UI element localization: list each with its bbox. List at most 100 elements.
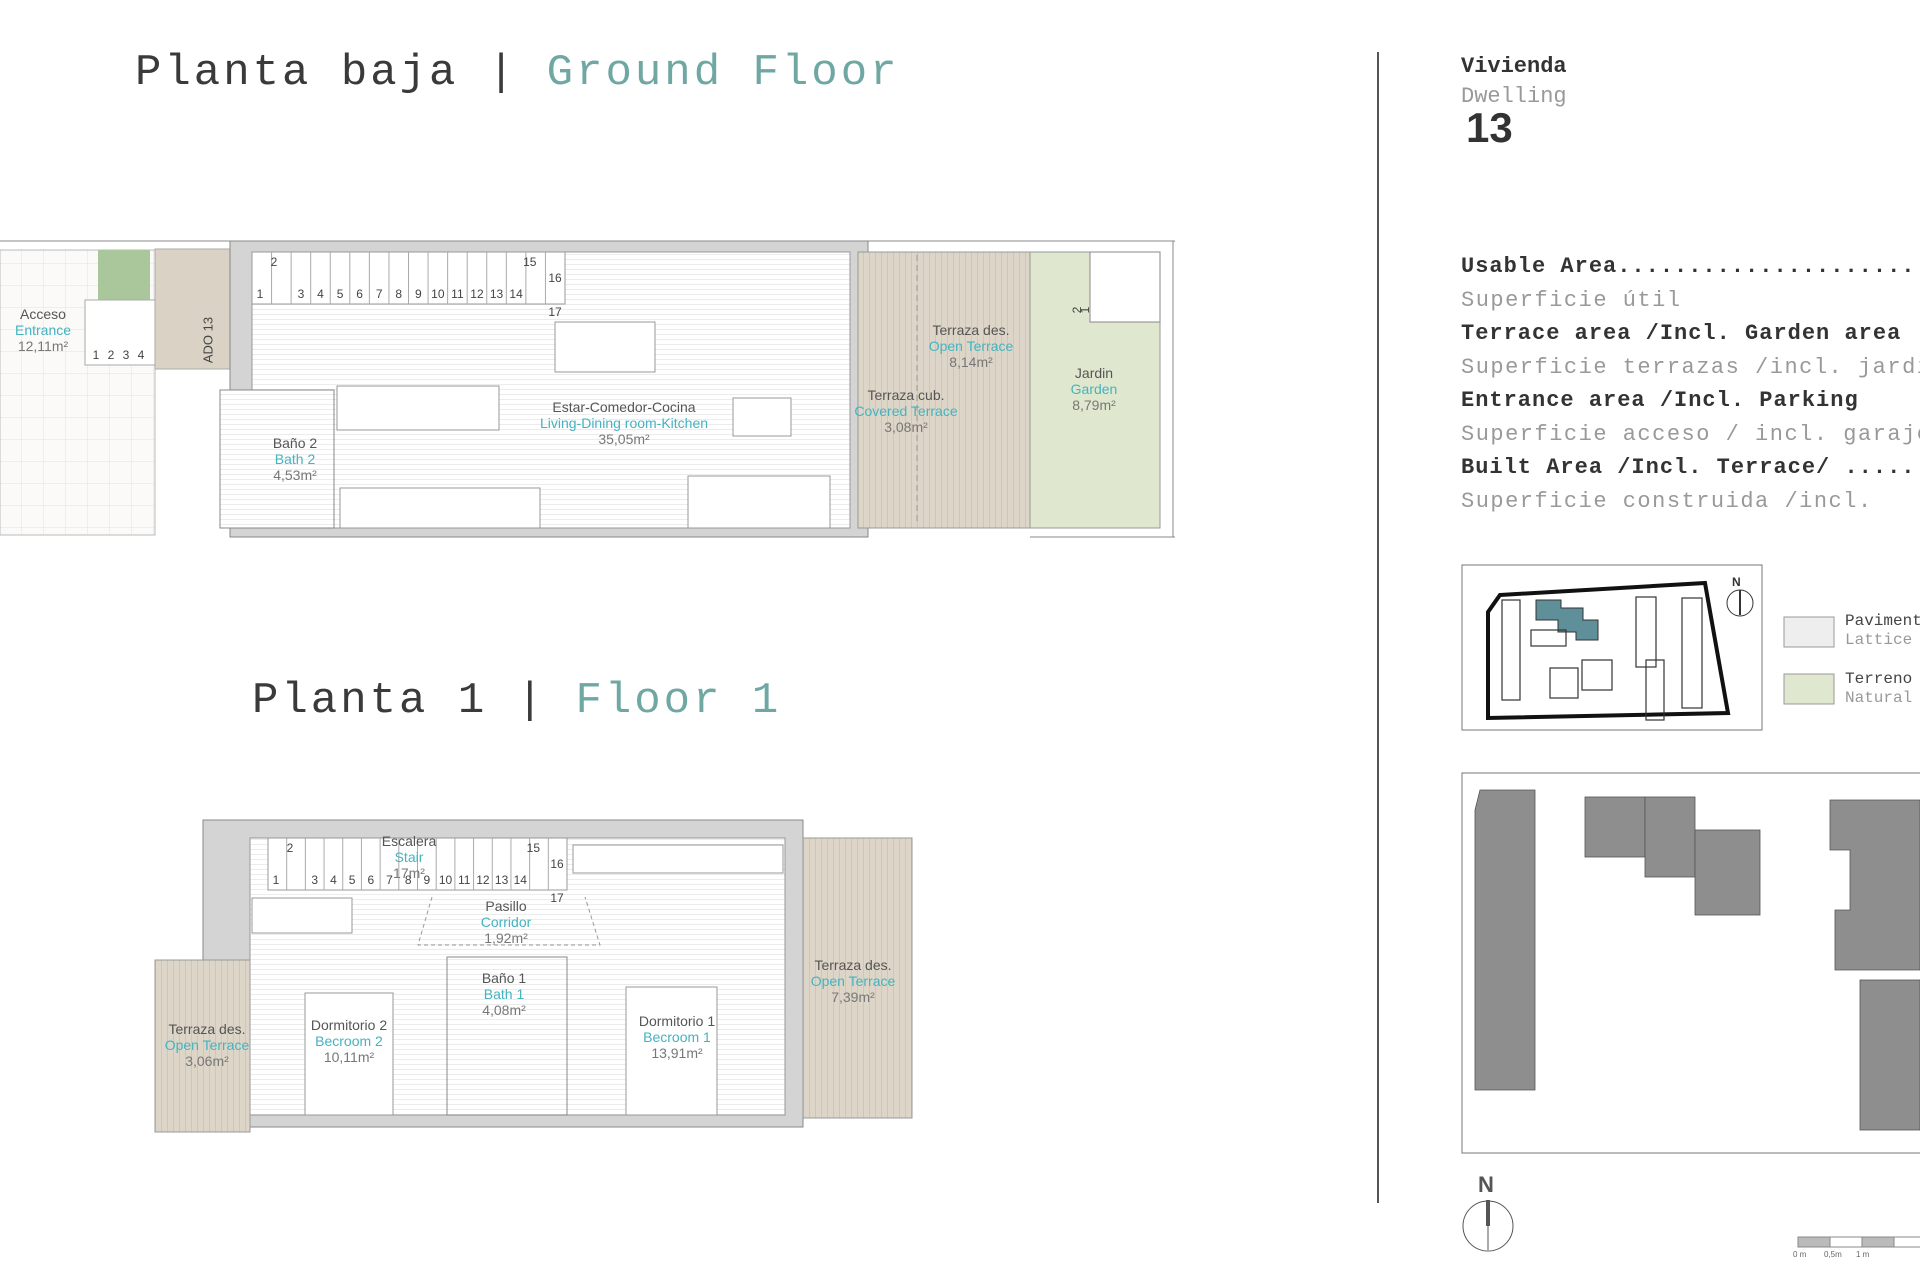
stair-step-number: 16 bbox=[548, 271, 562, 285]
ground-floor-title: Planta baja | Ground Floor bbox=[135, 48, 900, 98]
room-area: 10,11m² bbox=[323, 1049, 375, 1065]
stair-step-number: 1 bbox=[256, 287, 264, 301]
room-es: Escalera bbox=[381, 833, 437, 849]
stair-step-number: 10 bbox=[438, 873, 453, 887]
wardrobe-2 bbox=[251, 897, 353, 934]
door-label: ADO 13 bbox=[200, 316, 216, 364]
site-key-plan bbox=[1461, 564, 1835, 731]
area-summary: Usable Area..................... Superfi… bbox=[1461, 250, 1920, 518]
room-area: 4,53m² bbox=[273, 467, 317, 483]
floor-1-title: Planta 1 | Floor 1 bbox=[252, 676, 781, 726]
room-label: Baño 2 Bath 2 4,53m² bbox=[273, 435, 317, 483]
scale-label-1: 1 m bbox=[1856, 1250, 1870, 1259]
legend-lattice: PavimentoLattice bbox=[1845, 612, 1920, 650]
floor-plan-sheet: Planta baja | Ground Floor Planta 1 | Fl… bbox=[0, 0, 1920, 1280]
stair-step-number: 7 bbox=[386, 873, 393, 887]
room-area: 8,14m² bbox=[949, 354, 993, 370]
stair-step-number: 5 bbox=[348, 873, 356, 887]
room-area: 3,06m² bbox=[185, 1053, 229, 1069]
dwelling-label-es: Vivienda bbox=[1461, 54, 1567, 79]
stair-step-number: 6 bbox=[356, 287, 363, 301]
stair-step-number: 2 bbox=[270, 255, 278, 269]
room-en: Living-Dining room-Kitchen bbox=[539, 415, 709, 431]
entry-step-number: 4 bbox=[137, 348, 145, 362]
legend-lattice-es: Pavimento bbox=[1845, 612, 1920, 630]
stair-step-number: 9 bbox=[423, 873, 431, 887]
stair-step-number: 7 bbox=[375, 287, 383, 301]
room-es: Baño 2 bbox=[272, 435, 318, 451]
stair-step-number: 16 bbox=[550, 857, 564, 871]
room-en: Covered Terrace bbox=[854, 403, 958, 419]
wardrobe-1 bbox=[572, 844, 784, 874]
built-area-label: Built Area /Incl. Terrace/ ..... bbox=[1461, 455, 1916, 480]
legend-lattice-en: Lattice bbox=[1845, 631, 1913, 649]
entry-step-number: 2 bbox=[107, 348, 115, 362]
plans-drawing bbox=[0, 52, 1920, 1252]
room-en: Open Terrace bbox=[928, 338, 1014, 354]
entrance-area-label-es: Superficie acceso / incl. garaje bbox=[1461, 421, 1920, 447]
legend-natural: Terreno Natural bbox=[1845, 670, 1920, 708]
built-area-label-es: Superficie construida /incl. bbox=[1461, 488, 1873, 514]
garden-step-number: 2 bbox=[1070, 306, 1084, 314]
room-es: Terraza des. bbox=[168, 1021, 246, 1037]
room-en: Entrance bbox=[14, 322, 72, 338]
room-area: 12,11m² bbox=[17, 338, 69, 354]
legend-lattice-swatch bbox=[1783, 616, 1835, 648]
usable-area-label-es: Superficie útil bbox=[1461, 287, 1682, 313]
stair-step-number: 6 bbox=[367, 873, 375, 887]
room-label: Acceso Entrance 12,11m² bbox=[15, 306, 71, 354]
stair-step-number: 9 bbox=[414, 287, 422, 301]
room-es: Terraza cub. bbox=[867, 387, 945, 403]
room-label: Baño 1 Bath 1 4,08m² bbox=[482, 970, 526, 1018]
legend-natural-es: Terreno bbox=[1845, 670, 1913, 688]
room-area: 8,79m² bbox=[1072, 397, 1116, 413]
room-label: Pasillo Corridor 1,92m² bbox=[481, 898, 532, 946]
dining-table bbox=[554, 321, 656, 373]
stair-step-number: 17 bbox=[548, 305, 562, 319]
planter bbox=[98, 250, 150, 300]
room-label: Dormitorio 1 Becroom 1 13,91m² bbox=[639, 1013, 715, 1061]
room-en: Garden bbox=[1070, 381, 1118, 397]
ground-floor-plan bbox=[0, 240, 1175, 538]
room-label: Dormitorio 2 Becroom 2 10,11m² bbox=[311, 1017, 387, 1065]
entry-step-number: 3 bbox=[122, 348, 130, 362]
room-en: Becroom 2 bbox=[315, 1033, 383, 1049]
stair-step-number: 13 bbox=[494, 873, 509, 887]
sofa bbox=[687, 475, 831, 529]
room-en: Bath 2 bbox=[274, 451, 316, 467]
room-label: Terraza cub. Covered Terrace 3,08m² bbox=[854, 387, 957, 435]
room-label: Terraza des. Open Terrace 8,14m² bbox=[929, 322, 1014, 370]
stair-step-number: 2 bbox=[286, 841, 294, 855]
stair-step-number: 3 bbox=[297, 287, 305, 301]
terrace-area-label: Terrace area /Incl. Garden area bbox=[1461, 321, 1902, 346]
stair-step-number: 10 bbox=[431, 287, 445, 301]
room-label: Terraza des. Open Terrace 3,06m² bbox=[165, 1021, 250, 1069]
floor-1-title-en: Floor 1 bbox=[575, 676, 782, 726]
room-en: Open Terrace bbox=[810, 973, 896, 989]
ground-floor-title-es: Planta baja | bbox=[135, 48, 518, 98]
stair-step-number: 13 bbox=[489, 287, 504, 301]
stair-step-number: 11 bbox=[457, 873, 471, 887]
stair-step-number: 12 bbox=[476, 873, 490, 887]
room-es: Terraza des. bbox=[814, 957, 892, 973]
room-area: 13,91m² bbox=[651, 1045, 703, 1061]
stair-step-number: 3 bbox=[311, 873, 319, 887]
room-en: Bath 1 bbox=[483, 986, 525, 1002]
room-area: 1,92m² bbox=[484, 930, 528, 946]
stair-step-number: 12 bbox=[470, 287, 484, 301]
stair-step-number: 1 bbox=[272, 873, 280, 887]
usable-area-label: Usable Area..................... bbox=[1461, 254, 1916, 279]
compass-small-n: N bbox=[1732, 575, 1741, 589]
room-es: Estar-Comedor-Cocina bbox=[552, 399, 696, 415]
room-label: Jardin Garden 8,79m² bbox=[1071, 365, 1118, 413]
stair-step-number: 15 bbox=[526, 841, 541, 855]
stair-step-number: 8 bbox=[395, 287, 403, 301]
room-en: Open Terrace bbox=[164, 1037, 250, 1053]
stair-step-number: 14 bbox=[509, 287, 523, 301]
room-es: Pasillo bbox=[485, 898, 527, 914]
terrace-area-label-es: Superficie terrazas /incl. jardín bbox=[1461, 354, 1920, 380]
site-plan bbox=[1461, 772, 1920, 1252]
stair-step-number: 17 bbox=[550, 891, 564, 905]
room-es: Baño 1 bbox=[481, 970, 527, 986]
stair-step-number: 4 bbox=[330, 873, 337, 887]
